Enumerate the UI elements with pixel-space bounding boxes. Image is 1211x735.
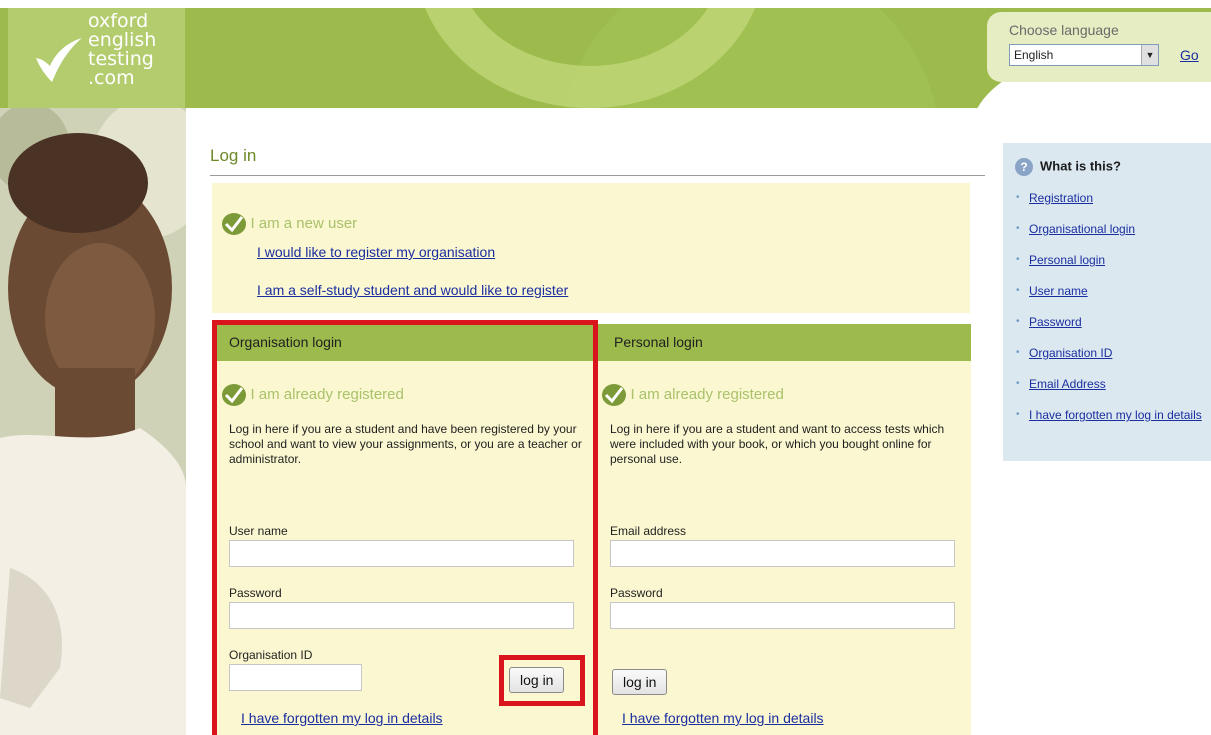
username-input[interactable] bbox=[229, 540, 574, 567]
title-divider bbox=[210, 175, 985, 176]
help-link-password[interactable]: Password bbox=[1029, 315, 1082, 329]
org-forgot-login-link[interactable]: I have forgotten my log in details bbox=[241, 710, 443, 726]
help-link-user-name[interactable]: User name bbox=[1029, 284, 1088, 298]
list-item: I have forgotten my log in details bbox=[1015, 407, 1203, 423]
org-login-description: Log in here if you are a student and hav… bbox=[229, 422, 582, 466]
list-item: Email Address bbox=[1015, 376, 1203, 392]
organisation-id-input[interactable] bbox=[229, 664, 362, 691]
email-input[interactable] bbox=[610, 540, 955, 567]
help-link-email-address[interactable]: Email Address bbox=[1029, 377, 1106, 391]
language-go-link[interactable]: Go bbox=[1180, 47, 1199, 63]
org-login-button[interactable]: log in bbox=[509, 667, 565, 693]
question-icon: ? bbox=[1015, 158, 1033, 176]
list-item: User name bbox=[1015, 283, 1203, 299]
language-selected-value: English bbox=[1014, 48, 1054, 62]
help-link-registration[interactable]: Registration bbox=[1029, 191, 1093, 205]
page-title: Log in bbox=[210, 146, 257, 165]
personal-password-label: Password bbox=[610, 586, 663, 600]
new-user-heading: I am a new user bbox=[222, 213, 357, 235]
username-label: User name bbox=[229, 524, 288, 538]
list-item: Registration bbox=[1015, 190, 1203, 206]
check-icon bbox=[222, 384, 246, 406]
help-link-organisational-login[interactable]: Organisational login bbox=[1029, 222, 1135, 236]
personal-registered-heading: I am already registered bbox=[602, 384, 784, 406]
organisation-id-label: Organisation ID bbox=[229, 648, 313, 662]
help-link-personal-login[interactable]: Personal login bbox=[1029, 253, 1105, 267]
org-password-label: Password bbox=[229, 586, 282, 600]
personal-login-button[interactable]: log in bbox=[612, 669, 668, 695]
organisation-login-panel: Organisation login I am already register… bbox=[212, 324, 598, 735]
language-label: Choose language bbox=[1009, 22, 1119, 38]
personal-password-input[interactable] bbox=[610, 602, 955, 629]
email-label: Email address bbox=[610, 524, 687, 538]
check-icon bbox=[222, 213, 246, 235]
language-select[interactable]: English ▼ bbox=[1009, 44, 1159, 66]
help-title: ? What is this? bbox=[1015, 158, 1121, 176]
help-link-list: Registration Organisational login Person… bbox=[1015, 190, 1203, 438]
list-item: Personal login bbox=[1015, 252, 1203, 268]
help-link-organisation-id[interactable]: Organisation ID bbox=[1029, 346, 1112, 360]
chevron-down-icon[interactable]: ▼ bbox=[1141, 45, 1158, 65]
organisation-login-header: Organisation login bbox=[212, 324, 598, 361]
list-item: Organisational login bbox=[1015, 221, 1203, 237]
org-password-input[interactable] bbox=[229, 602, 574, 629]
student-portrait-image bbox=[0, 108, 186, 735]
register-self-study-link[interactable]: I am a self-study student and would like… bbox=[257, 282, 568, 298]
personal-login-header: Personal login bbox=[598, 324, 971, 361]
help-link-forgotten-details[interactable]: I have forgotten my log in details bbox=[1029, 408, 1202, 422]
check-icon bbox=[602, 384, 626, 406]
list-item: Password bbox=[1015, 314, 1203, 330]
list-item: Organisation ID bbox=[1015, 345, 1203, 361]
leaf-check-icon bbox=[36, 38, 82, 82]
hero-photo bbox=[0, 108, 186, 735]
help-sidebar: ?What is this? Registration Organisation… bbox=[1003, 143, 1211, 461]
language-chooser: Choose language English ▼ Go bbox=[987, 12, 1211, 82]
new-user-section: I am a new user I would like to register… bbox=[212, 183, 970, 313]
personal-login-panel: Personal login I am already registered L… bbox=[598, 324, 971, 735]
personal-forgot-login-link[interactable]: I have forgotten my log in details bbox=[622, 710, 824, 726]
personal-login-description: Log in here if you are a student and wan… bbox=[610, 422, 945, 466]
org-registered-heading: I am already registered bbox=[222, 384, 404, 406]
logo-text: oxford english testing .com bbox=[88, 10, 157, 89]
logo[interactable]: oxford english testing .com bbox=[8, 8, 185, 108]
register-organisation-link[interactable]: I would like to register my organisation bbox=[257, 244, 495, 260]
